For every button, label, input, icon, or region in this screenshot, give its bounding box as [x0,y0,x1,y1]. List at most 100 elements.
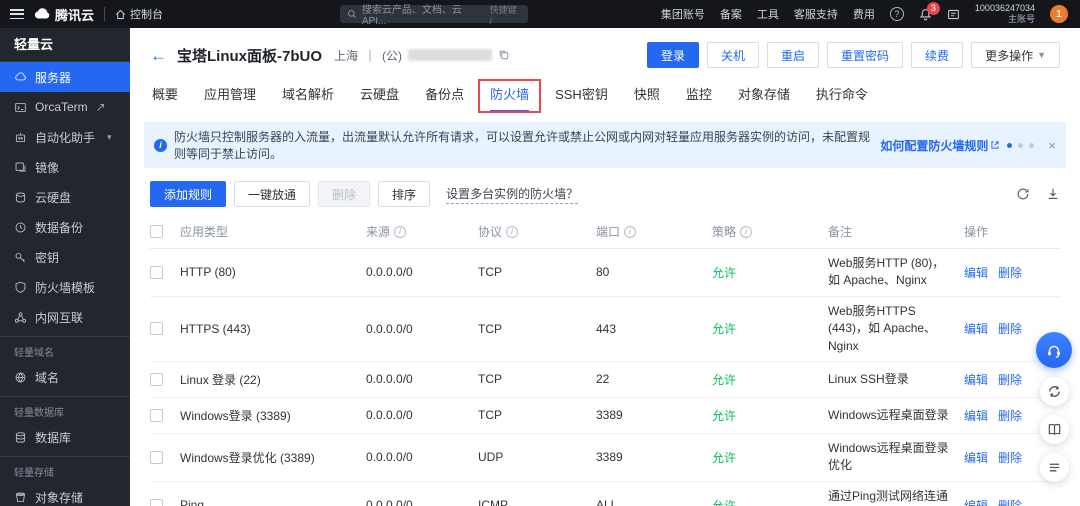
edit-link[interactable]: 编辑 [964,371,988,388]
edit-link[interactable]: 编辑 [964,407,988,424]
edit-link[interactable]: 编辑 [964,497,988,506]
tencent-cloud-logo[interactable]: 腾讯云 [34,5,94,24]
cell-port: ALL [596,498,618,506]
close-icon[interactable]: × [1048,138,1056,153]
table-header-row: 应用类型 来源 i 协议 i 端口 i 策略 i 备注 操作 [150,215,1060,249]
row-checkbox[interactable] [150,450,163,464]
row-checkbox[interactable] [150,372,163,386]
assistant-icon [15,132,26,142]
delete-link[interactable]: 删除 [998,320,1022,337]
tab-firewall[interactable]: 防火墙 [478,79,542,113]
copy-icon[interactable] [498,49,510,61]
edit-link[interactable]: 编辑 [964,449,988,466]
menu-icon[interactable] [10,9,24,19]
info-icon[interactable]: i [740,225,753,238]
sidebar-item-cloud-disk[interactable]: 云硬盘 [0,182,130,212]
select-all-checkbox[interactable] [150,225,163,238]
sidebar-item-servers[interactable]: 服务器 [0,62,130,92]
globe-icon [15,371,26,383]
ticket-list-button[interactable] [1039,453,1069,482]
notification-bell[interactable]: 3 [919,1,940,21]
sidebar-item-images[interactable]: 镜像 [0,152,130,182]
cell-policy: 允许 [712,498,737,506]
sidebar-item-keys[interactable]: 密钥 [0,242,130,272]
firewall-rules-help-link[interactable]: 如何配置防火墙规则 [880,137,1000,154]
delete-link[interactable]: 删除 [998,449,1022,466]
refresh-icon[interactable] [1016,187,1030,201]
tab-dns[interactable]: 域名解析 [282,84,334,112]
more-actions-button[interactable]: 更多操作 ▼ [971,42,1060,68]
tab-run-command[interactable]: 执行命令 [816,84,868,112]
edit-link[interactable]: 编辑 [964,264,988,281]
nav-group-account[interactable]: 集团账号 [661,6,705,22]
sidebar-item-automation[interactable]: 自动化助手 ▾ [0,122,130,152]
sidebar-item-firewall-templates[interactable]: 防火墙模板 [0,272,130,302]
tab-ssh-key[interactable]: SSH密钥 [555,84,608,112]
col-note: 备注 [828,225,853,239]
login-button[interactable]: 登录 [646,42,699,68]
search-input[interactable]: 搜索云产品、文档、云API... 快捷键 / [340,5,528,27]
tab-app-management[interactable]: 应用管理 [204,84,256,112]
console-link[interactable]: 控制台 [115,6,163,22]
shutdown-button[interactable]: 关机 [707,42,760,68]
carousel-dot-1[interactable] [1007,142,1013,148]
nav-tools[interactable]: 工具 [757,6,779,22]
delete-link[interactable]: 删除 [998,497,1022,506]
sidebar-item-orcaterm[interactable]: OrcaTerm ↗ [0,92,130,122]
info-icon[interactable]: i [506,225,519,238]
renew-button[interactable]: 续费 [911,42,964,68]
account-info[interactable]: 100036247034 主账号 [975,3,1035,25]
tab-overview[interactable]: 概要 [152,84,178,112]
allow-all-button[interactable]: 一键放通 [234,181,311,207]
message-center[interactable] [947,8,960,21]
sidebar-item-backup[interactable]: 数据备份 [0,212,130,242]
tab-object-storage[interactable]: 对象存储 [738,84,790,112]
reset-password-button[interactable]: 重置密码 [827,42,904,68]
delete-button[interactable]: 删除 [318,181,371,207]
instance-tabs: 概要 应用管理 域名解析 云硬盘 备份点 防火墙 SSH密钥 快照 监控 对象存… [150,79,1060,113]
cell-note: 通过Ping测试网络连通性（放通ALL ICMP） [828,488,949,503]
sidebar-item-vpc-peering[interactable]: 内网互联 [0,302,130,332]
row-checkbox[interactable] [150,265,163,279]
cell-source: 0.0.0.0/0 [366,372,413,387]
sort-button[interactable]: 排序 [378,181,431,207]
cloud-logo-icon [34,8,50,19]
carousel-dot-2[interactable] [1018,142,1024,148]
nav-support[interactable]: 客服支持 [794,6,838,22]
sidebar-item-object-storage[interactable]: 对象存储 [0,482,130,506]
download-icon[interactable] [1046,187,1060,201]
row-checkbox[interactable] [150,498,163,506]
nav-icp[interactable]: 备案 [720,6,742,22]
sidebar-item-database[interactable]: 数据库 [0,422,130,452]
back-button[interactable]: ← [150,47,167,64]
multi-instance-firewall-link[interactable]: 设置多台实例的防火墙？ [446,185,579,204]
info-icon[interactable]: i [394,225,407,238]
edit-link[interactable]: 编辑 [964,320,988,337]
bucket-icon [15,492,26,502]
feedback-button[interactable] [1039,377,1069,406]
delete-link[interactable]: 删除 [998,371,1022,388]
cell-app-type: HTTPS (443) [180,321,251,336]
nav-billing[interactable]: 费用 [853,6,875,22]
customer-service-button[interactable] [1036,332,1072,368]
headset-icon [1048,345,1060,358]
info-icon[interactable]: i [624,225,637,238]
add-rule-button[interactable]: 添加规则 [150,181,227,207]
avatar[interactable]: 1 [1050,5,1068,23]
delete-link[interactable]: 删除 [998,264,1022,281]
sidebar-item-domain[interactable]: 域名 [0,362,130,392]
row-checkbox[interactable] [150,408,163,422]
restart-button[interactable]: 重启 [767,42,820,68]
help-icon[interactable]: ? [889,7,904,21]
row-checkbox[interactable] [150,322,163,336]
delete-link[interactable]: 删除 [998,407,1022,424]
tab-monitoring[interactable]: 监控 [686,84,712,112]
tab-backup-point[interactable]: 备份点 [425,84,464,112]
tab-snapshot[interactable]: 快照 [634,84,660,112]
col-source: 来源 i [366,223,478,240]
cell-policy: 允许 [712,408,737,423]
tab-cloud-disk[interactable]: 云硬盘 [360,84,399,112]
floating-action-rail [1036,332,1072,482]
carousel-dot-3[interactable] [1029,142,1035,148]
docs-button[interactable] [1039,415,1069,444]
